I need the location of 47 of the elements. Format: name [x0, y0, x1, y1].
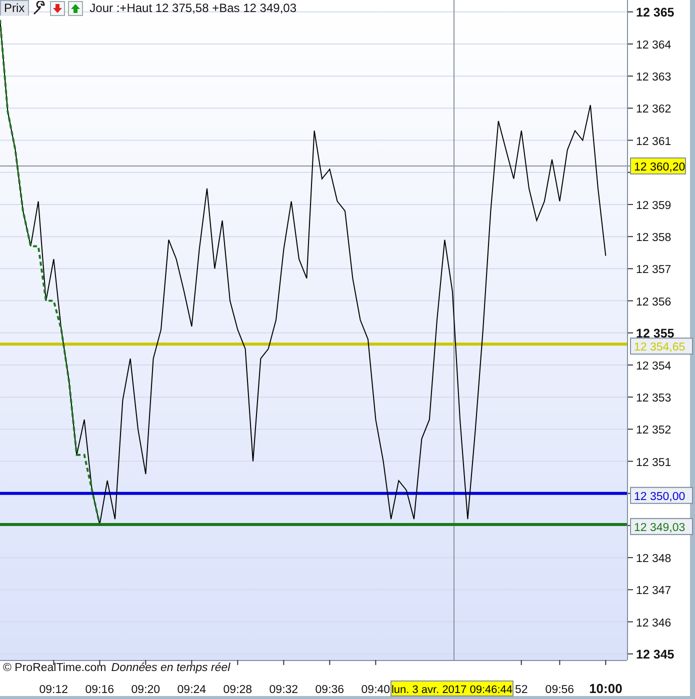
axis-label: 09:56 — [545, 684, 574, 696]
axis-label: 09:36 — [315, 684, 344, 696]
axis-label: 12 364 — [636, 39, 672, 52]
axis-label: 12 358 — [636, 232, 672, 244]
axis-label: 12 356 — [636, 296, 672, 308]
axis-label: 10:00 — [589, 681, 622, 696]
axis-label: 09:28 — [223, 684, 252, 696]
price-tag: 12 349,03 — [630, 518, 693, 536]
axis-label: 52 — [514, 684, 528, 696]
axis-label: 12 359 — [636, 200, 672, 212]
axis-label: 09:16 — [85, 684, 114, 696]
axis-label: 09:20 — [131, 684, 160, 696]
ref-line-label: 12 349,03 — [634, 522, 686, 534]
axis-label: 12 357 — [636, 264, 672, 276]
price-tag: 12 350,00 — [630, 486, 693, 504]
price-tab[interactable]: Prix — [0, 0, 29, 16]
horizontal-level-line[interactable] — [0, 523, 627, 526]
axis-label: 12 354 — [636, 360, 672, 372]
down-arrow-icon[interactable] — [50, 0, 65, 16]
price-tag: 12 360,20 — [630, 157, 686, 174]
axis-label: 09:32 — [269, 684, 298, 696]
axis-label: 12 363 — [636, 72, 672, 84]
price-tag: 12 354,65 — [630, 338, 693, 355]
axis-label: 09:40 — [361, 684, 390, 696]
axis-label: 12 345 — [636, 647, 674, 662]
day-high-low-text: Jour :+Haut 12 375,58 +Bas 12 349,03 — [90, 1, 296, 15]
axis-label: 09:12 — [39, 684, 68, 696]
copyright-text: © ProRealTime.com — [3, 662, 106, 674]
wrench-icon[interactable] — [32, 0, 47, 16]
axis-label: 12 361 — [636, 136, 672, 148]
axis-label: 12 365 — [636, 5, 674, 20]
up-arrow-icon[interactable] — [68, 0, 83, 16]
axis-label: 12 347 — [636, 585, 672, 598]
axis-label: 09:24 — [177, 684, 206, 696]
ref-line-label: 12 360,20 — [634, 161, 686, 174]
axis-label: 12 355 — [636, 326, 674, 340]
axis-label: 12 351 — [636, 456, 672, 469]
axis-label: 12 352 — [636, 424, 672, 437]
axis-label: 12 362 — [636, 104, 672, 116]
date-tag: lun. 3 avr. 2017 09:46:44 — [390, 680, 514, 696]
axis-label: 12 348 — [636, 553, 672, 566]
horizontal-level-line[interactable] — [0, 492, 627, 495]
ref-line-label: 12 354,65 — [634, 342, 686, 354]
axis-label: 12 353 — [636, 392, 672, 405]
realtime-note: Données en temps réel — [111, 662, 230, 674]
ref-line-label: 12 350,00 — [634, 490, 686, 503]
axis-label: 12 346 — [636, 617, 672, 630]
